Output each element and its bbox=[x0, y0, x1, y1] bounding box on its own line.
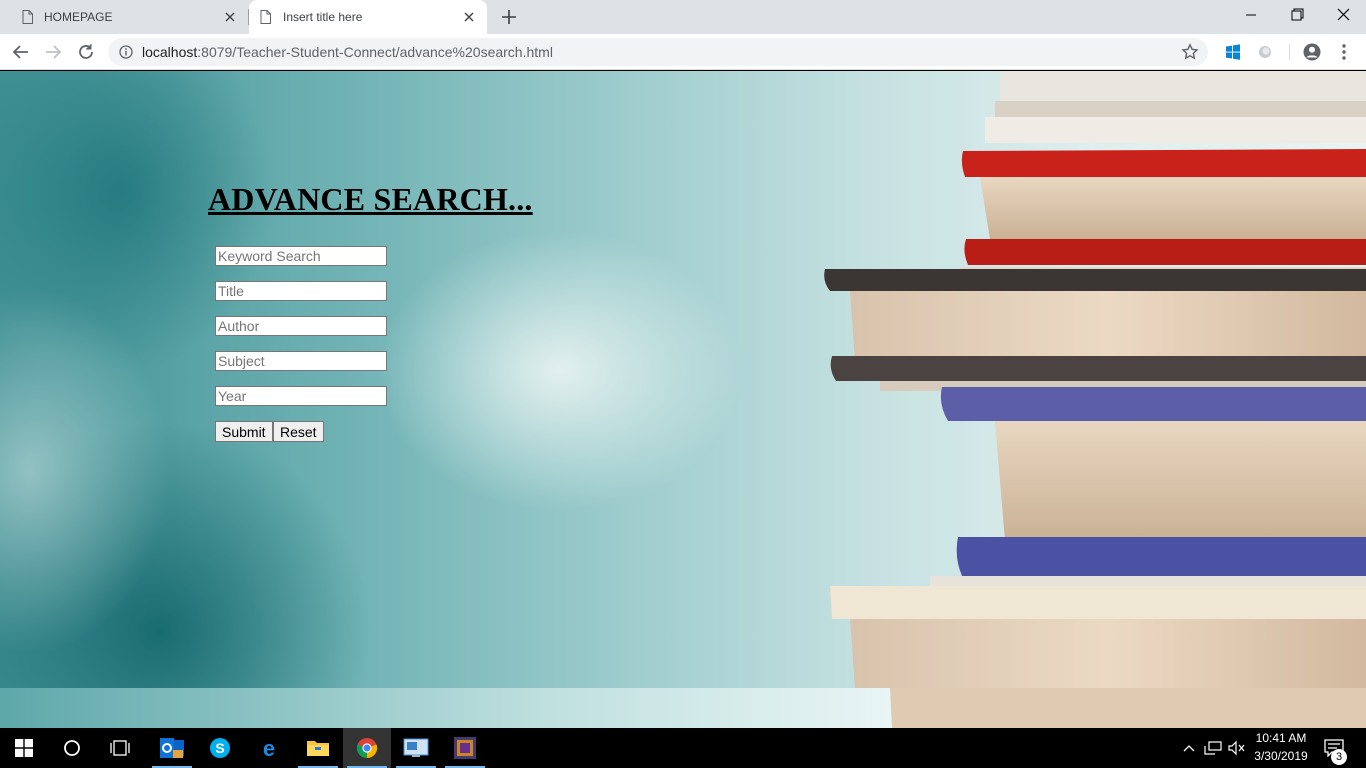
file-explorer-taskbar-button[interactable] bbox=[294, 728, 342, 768]
start-icon bbox=[15, 739, 33, 757]
page-viewport: ADVANCE SEARCH... Submit Reset bbox=[0, 71, 1366, 728]
document-icon bbox=[22, 10, 33, 24]
advance-search-form: ADVANCE SEARCH... Submit Reset bbox=[208, 181, 533, 442]
remote-desktop-taskbar-button[interactable] bbox=[392, 728, 440, 768]
extension-circle-icon[interactable] bbox=[1255, 42, 1275, 62]
reset-button[interactable]: Reset bbox=[273, 421, 324, 442]
forward-arrow-icon[interactable] bbox=[42, 41, 64, 63]
network-icon[interactable] bbox=[1203, 740, 1223, 756]
url-path: :8079/Teacher-Student-Connect/advance%20… bbox=[197, 44, 553, 60]
tab-label: HOMEPAGE bbox=[44, 10, 113, 24]
address-bar[interactable]: localhost:8079/Teacher-Student-Connect/a… bbox=[108, 38, 1208, 66]
edge-taskbar-button[interactable]: e bbox=[245, 728, 293, 768]
svg-text:S: S bbox=[215, 740, 224, 756]
author-input[interactable] bbox=[215, 316, 387, 336]
bookmark-star-icon[interactable] bbox=[1181, 43, 1199, 61]
clock-time[interactable]: 10:41 AM bbox=[1254, 731, 1308, 745]
keyword-search-input[interactable] bbox=[215, 246, 387, 266]
restore-icon[interactable] bbox=[1274, 0, 1320, 30]
close-icon[interactable] bbox=[461, 9, 477, 25]
close-icon[interactable] bbox=[222, 9, 238, 25]
task-view-icon bbox=[110, 740, 130, 756]
task-view-button[interactable] bbox=[96, 728, 144, 768]
url-host: localhost bbox=[142, 44, 198, 60]
windows-taskbar: S e 10:41 AM 3/30/2019 3 bbox=[0, 728, 1366, 768]
chevron-up-icon[interactable] bbox=[1182, 742, 1196, 754]
chrome-taskbar-button[interactable] bbox=[343, 728, 391, 768]
remote-desktop-icon bbox=[403, 738, 429, 757]
file-explorer-icon bbox=[307, 741, 329, 756]
title-input[interactable] bbox=[215, 281, 387, 301]
tab-strip: HOMEPAGE Insert title here bbox=[0, 0, 1366, 34]
new-tab-icon[interactable] bbox=[498, 6, 520, 28]
skype-taskbar-button[interactable]: S bbox=[196, 728, 244, 768]
book-stack-image bbox=[824, 71, 1366, 728]
subject-input[interactable] bbox=[215, 351, 387, 371]
year-input[interactable] bbox=[215, 386, 387, 406]
outlook-icon bbox=[160, 738, 184, 758]
windows-extension-icon[interactable] bbox=[1223, 42, 1243, 62]
toolbar-divider bbox=[1289, 44, 1290, 60]
skype-icon: S bbox=[210, 738, 230, 758]
menu-kebab-icon[interactable] bbox=[1334, 42, 1354, 62]
url-text: localhost:8079/Teacher-Student-Connect/a… bbox=[142, 44, 553, 60]
submit-button[interactable]: Submit bbox=[215, 421, 273, 442]
cortana-button[interactable] bbox=[48, 728, 96, 768]
reload-icon[interactable] bbox=[75, 41, 97, 63]
page-title: ADVANCE SEARCH... bbox=[208, 181, 533, 217]
start-button[interactable] bbox=[0, 728, 48, 768]
browser-toolbar: localhost:8079/Teacher-Student-Connect/a… bbox=[0, 34, 1366, 70]
outlook-taskbar-button[interactable] bbox=[148, 728, 196, 768]
app-taskbar-button[interactable] bbox=[441, 728, 489, 768]
back-arrow-icon[interactable] bbox=[10, 41, 32, 63]
notification-badge: 3 bbox=[1331, 749, 1347, 765]
tab-label: Insert title here bbox=[283, 10, 363, 24]
edge-icon: e bbox=[263, 736, 275, 760]
tab-insert-title[interactable]: Insert title here bbox=[249, 0, 487, 34]
app-icon bbox=[454, 737, 476, 759]
cortana-icon bbox=[64, 740, 80, 756]
document-icon bbox=[260, 10, 271, 24]
profile-avatar-icon[interactable] bbox=[1302, 42, 1322, 62]
minimize-icon[interactable] bbox=[1228, 0, 1274, 30]
chrome-icon bbox=[356, 738, 378, 759]
volume-muted-icon[interactable] bbox=[1227, 740, 1247, 756]
svg-text:e: e bbox=[263, 736, 275, 760]
window-close-icon[interactable] bbox=[1320, 0, 1366, 30]
clock-date[interactable]: 3/30/2019 bbox=[1250, 749, 1312, 763]
info-icon[interactable] bbox=[119, 45, 133, 59]
tab-homepage[interactable]: HOMEPAGE bbox=[0, 0, 248, 34]
